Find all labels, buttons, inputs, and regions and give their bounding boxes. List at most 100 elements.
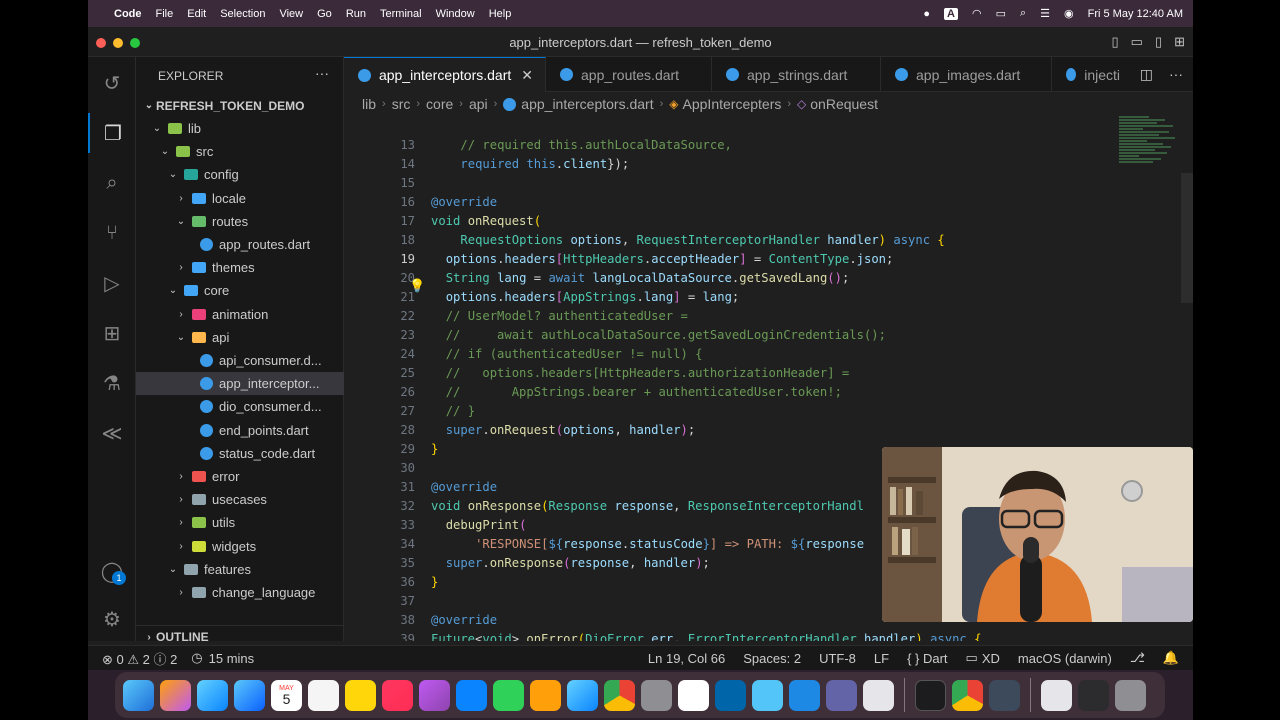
split-editor-icon[interactable]: ◫: [1140, 66, 1153, 83]
tree-folder[interactable]: ⌄ core: [136, 279, 344, 302]
copilot-icon[interactable]: ⎇: [1130, 650, 1145, 666]
minimap[interactable]: [1119, 115, 1181, 195]
toggle-primary-sidebar-icon[interactable]: ▯: [1111, 34, 1118, 50]
tab-injection[interactable]: injecti: [1052, 57, 1132, 92]
session-timer[interactable]: 15 mins: [209, 651, 255, 666]
source-control-icon[interactable]: ⑂: [88, 213, 136, 253]
tab-app-interceptors[interactable]: app_interceptors.dart ✕: [344, 57, 546, 92]
extensions-icon[interactable]: ⊞: [88, 313, 136, 353]
reminders-icon[interactable]: [308, 679, 339, 711]
search-icon[interactable]: ⌕: [88, 163, 136, 203]
downloads-icon[interactable]: [1041, 679, 1072, 711]
tree-folder[interactable]: › animation: [136, 303, 344, 326]
breadcrumb-class[interactable]: AppIntercepters: [683, 96, 782, 112]
menu-app-name[interactable]: Code: [114, 8, 142, 20]
tree-folder[interactable]: ⌄ api: [136, 326, 344, 349]
tree-folder[interactable]: › error: [136, 465, 344, 488]
toggle-panel-icon[interactable]: ▭: [1131, 34, 1143, 50]
notifications-bell-icon[interactable]: 🔔: [1163, 650, 1179, 666]
toggle-secondary-sidebar-icon[interactable]: ▯: [1155, 34, 1162, 50]
record-icon[interactable]: ●: [923, 8, 930, 20]
finder-icon[interactable]: [123, 679, 154, 711]
explorer-more-actions[interactable]: ···: [315, 65, 329, 81]
app-store-icon[interactable]: [567, 679, 598, 711]
problems-indicator[interactable]: ⊗ 0 ⚠ 2 ⓘ 2: [102, 649, 177, 668]
terminal-icon[interactable]: [915, 679, 946, 711]
settings-gear-icon[interactable]: ⚙: [88, 599, 136, 639]
tree-file[interactable]: status_code.dart: [136, 442, 344, 465]
lightbulb-icon[interactable]: 💡: [409, 279, 425, 294]
tree-folder[interactable]: ⌄ config: [136, 163, 344, 186]
chrome-icon[interactable]: [604, 679, 635, 711]
siri-icon[interactable]: ◉: [1064, 7, 1074, 20]
platform[interactable]: macOS (darwin): [1018, 651, 1112, 666]
vscode-icon[interactable]: [715, 679, 746, 711]
spotlight-search-icon[interactable]: ⌕: [1020, 7, 1026, 20]
mail-icon[interactable]: [234, 679, 265, 711]
tree-file[interactable]: app_interceptor...: [136, 372, 344, 396]
teams-icon[interactable]: [826, 679, 857, 711]
preview-icon[interactable]: [863, 679, 894, 711]
tree-file[interactable]: app_routes.dart: [136, 233, 344, 256]
system-settings-icon[interactable]: [641, 679, 672, 711]
menu-window[interactable]: Window: [436, 8, 475, 20]
tree-folder[interactable]: › change_language: [136, 581, 344, 604]
tree-folder[interactable]: › usecases: [136, 488, 344, 511]
tree-folder[interactable]: ⌄ routes: [136, 210, 344, 233]
wifi-icon[interactable]: ◠: [972, 7, 982, 20]
tree-folder[interactable]: ⌄ lib: [136, 117, 344, 140]
quicktime-icon[interactable]: [989, 679, 1020, 711]
control-center-icon[interactable]: ☰: [1040, 7, 1050, 20]
close-icon[interactable]: ✕: [521, 67, 533, 84]
menu-go[interactable]: Go: [317, 8, 332, 20]
cursor-position[interactable]: Ln 19, Col 66: [648, 651, 725, 666]
accounts-icon[interactable]: ◯ 1: [88, 551, 136, 591]
tab-app-strings[interactable]: app_strings.dart: [712, 57, 881, 92]
menu-view[interactable]: View: [279, 8, 303, 20]
tree-folder[interactable]: › utils: [136, 511, 344, 534]
breadcrumb-api[interactable]: api: [469, 96, 488, 112]
trash-icon[interactable]: [1115, 679, 1146, 711]
explorer-icon[interactable]: ❐: [88, 113, 136, 153]
menu-help[interactable]: Help: [489, 8, 512, 20]
tree-folder[interactable]: › locale: [136, 187, 344, 210]
tree-file[interactable]: dio_consumer.d...: [136, 395, 344, 418]
tree-file[interactable]: end_points.dart: [136, 419, 344, 442]
breadcrumb-file[interactable]: app_interceptors.dart: [521, 96, 653, 112]
breadcrumb-method[interactable]: onRequest: [810, 96, 878, 112]
menu-edit[interactable]: Edit: [187, 8, 206, 20]
tab-app-images[interactable]: app_images.dart: [881, 57, 1052, 92]
flutter-icon[interactable]: ≪: [88, 413, 136, 453]
input-source-icon[interactable]: A: [944, 7, 958, 20]
menu-run[interactable]: Run: [346, 8, 366, 20]
end-of-line[interactable]: LF: [874, 651, 889, 666]
menu-selection[interactable]: Selection: [220, 8, 265, 20]
customize-layout-icon[interactable]: ⊞: [1174, 34, 1185, 50]
tree-folder[interactable]: ⌄ features: [136, 558, 344, 581]
flutter-app-icon[interactable]: [752, 679, 783, 711]
more-actions-icon[interactable]: ···: [1169, 66, 1183, 83]
breadcrumb-lib[interactable]: lib: [362, 96, 376, 112]
notes-icon[interactable]: [345, 679, 376, 711]
breadcrumb-core[interactable]: core: [426, 96, 453, 112]
breadcrumb-src[interactable]: src: [392, 96, 411, 112]
device-name[interactable]: XD: [982, 651, 1000, 666]
vertical-scrollbar[interactable]: [1181, 173, 1193, 303]
encoding[interactable]: UTF-8: [819, 651, 856, 666]
indentation[interactable]: Spaces: 2: [743, 651, 801, 666]
tree-folder[interactable]: ⌄ src: [136, 140, 344, 163]
safari-icon[interactable]: [197, 679, 228, 711]
run-debug-icon[interactable]: ▷: [88, 263, 136, 303]
chrome-icon[interactable]: [952, 679, 983, 711]
battery-icon[interactable]: ▭: [996, 7, 1006, 20]
menubar-clock[interactable]: Fri 5 May 12:40 AM: [1088, 8, 1183, 20]
tree-folder[interactable]: › widgets: [136, 535, 344, 558]
menu-terminal[interactable]: Terminal: [380, 8, 422, 20]
menu-file[interactable]: File: [156, 8, 174, 20]
testing-icon[interactable]: ⚗: [88, 363, 136, 403]
project-root-row[interactable]: ⌄ REFRESH_TOKEN_DEMO: [136, 94, 344, 117]
xcode-icon[interactable]: [789, 679, 820, 711]
pages-icon[interactable]: [530, 679, 561, 711]
app-icon[interactable]: [678, 679, 709, 711]
numbers-icon[interactable]: [493, 679, 524, 711]
